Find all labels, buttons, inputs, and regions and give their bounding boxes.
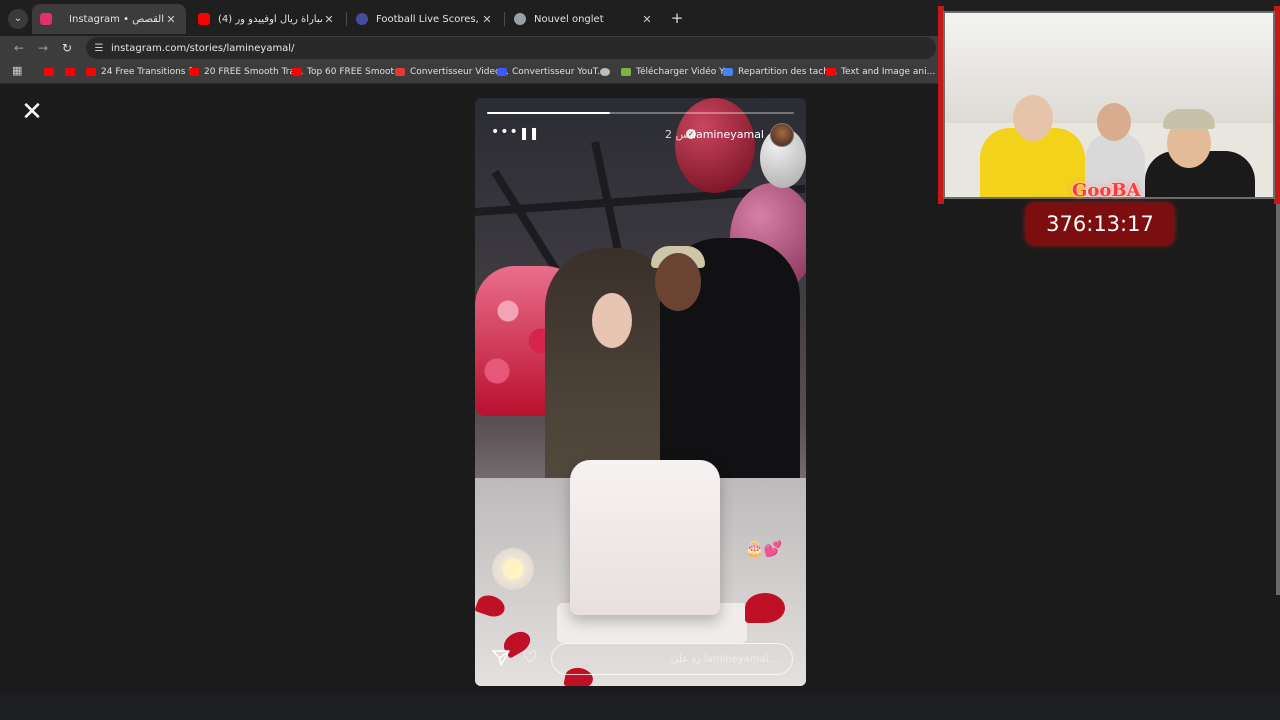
close-story-icon[interactable]: ✕ bbox=[20, 99, 44, 125]
chrome-icon bbox=[514, 13, 526, 25]
youtube-icon bbox=[44, 68, 54, 76]
tab-title: Nouvel onglet bbox=[534, 13, 604, 25]
bookmark-item[interactable]: Text and Image ani... bbox=[826, 65, 935, 79]
stream-timer: 376:13:17 bbox=[1026, 203, 1174, 245]
bookmark-item[interactable]: Top 60 FREE Smoot... bbox=[292, 65, 403, 79]
reply-input[interactable] bbox=[578, 653, 778, 665]
scores-site-icon bbox=[356, 13, 368, 25]
address-bar[interactable]: ☰ instagram.com/stories/lamineyamal/ bbox=[86, 37, 936, 59]
tab-close-icon[interactable]: ✕ bbox=[164, 13, 178, 26]
instagram-icon bbox=[40, 13, 52, 25]
new-tab-button[interactable]: + bbox=[668, 9, 686, 27]
avatar[interactable] bbox=[770, 123, 794, 147]
youtube-icon bbox=[86, 68, 96, 76]
tab-title: Instagram • القصص bbox=[69, 13, 164, 25]
face bbox=[592, 293, 632, 348]
screen: ⌄ Instagram • القصص ✕ (4) ملخص مباراة ري… bbox=[0, 0, 1280, 720]
story-header: ••• ❚❚ 2 س ✓ lamineyamal bbox=[475, 122, 806, 150]
back-arrow-icon[interactable]: ← bbox=[10, 39, 28, 57]
tab-close-icon[interactable]: ✕ bbox=[322, 13, 336, 26]
youtube-icon bbox=[826, 68, 836, 76]
tab-close-icon[interactable]: ✕ bbox=[640, 13, 654, 26]
bookmark-item[interactable]: Télécharger Vidéo Y... bbox=[621, 65, 731, 79]
webcam-overlay bbox=[943, 11, 1275, 199]
bookmark-item[interactable]: 20 FREE Smooth Tra... bbox=[189, 65, 304, 79]
more-options-icon[interactable]: ••• bbox=[491, 123, 518, 143]
reply-field[interactable] bbox=[551, 643, 793, 675]
face bbox=[1097, 103, 1131, 141]
bookmark-item[interactable]: Convertisseur Video... bbox=[395, 65, 509, 79]
tab-instagram[interactable]: Instagram • القصص ✕ bbox=[32, 4, 186, 34]
story-progress-fill bbox=[487, 112, 610, 114]
globe-icon bbox=[600, 68, 610, 76]
docs-icon bbox=[723, 68, 733, 76]
download-icon bbox=[621, 68, 631, 76]
youtube-icon bbox=[292, 68, 302, 76]
bookmark-item[interactable]: 24 Free Transitions f... bbox=[86, 65, 199, 79]
bookmark-item[interactable] bbox=[600, 65, 615, 79]
heart-icon[interactable]: ♡ bbox=[520, 648, 540, 668]
bookmark-item[interactable] bbox=[44, 65, 59, 79]
send-icon[interactable] bbox=[491, 648, 511, 668]
tab-title: Football Live Scores, Latest Foo bbox=[376, 13, 480, 25]
site-settings-icon[interactable]: ☰ bbox=[92, 43, 106, 54]
tab-divider bbox=[346, 12, 347, 26]
tab-youtube[interactable]: (4) ملخص مباراة ريال أوفييدو ور ✕ bbox=[190, 4, 344, 34]
rose-petal bbox=[745, 593, 785, 623]
candle bbox=[492, 548, 534, 590]
pause-icon[interactable]: ❚❚ bbox=[519, 125, 539, 141]
bookmark-item[interactable]: Repartition des tach... bbox=[723, 65, 838, 79]
tab-search-chevron-icon[interactable]: ⌄ bbox=[8, 9, 28, 29]
face bbox=[1013, 95, 1053, 141]
tab-new-tab[interactable]: Nouvel onglet ✕ bbox=[506, 4, 662, 34]
face bbox=[655, 253, 701, 311]
youtube-icon bbox=[189, 68, 199, 76]
birthday-cake bbox=[570, 460, 720, 615]
tab-divider bbox=[504, 12, 505, 26]
converter-icon bbox=[497, 68, 507, 76]
tab-title: (4) ملخص مباراة ريال أوفييدو ور bbox=[218, 13, 322, 25]
cap bbox=[1163, 109, 1215, 129]
bookmark-item[interactable]: Convertisseur YouT... bbox=[497, 65, 606, 79]
youtube-icon bbox=[198, 13, 210, 25]
youtube-icon bbox=[65, 68, 75, 76]
tab-close-icon[interactable]: ✕ bbox=[480, 13, 494, 26]
reload-icon[interactable]: ↻ bbox=[58, 39, 76, 57]
story-card[interactable]: 🎂💕 ••• ❚❚ 2 س ✓ lamineyamal ♡ bbox=[475, 98, 806, 686]
story-username[interactable]: lamineyamal bbox=[693, 128, 764, 141]
bookmark-item[interactable] bbox=[65, 65, 80, 79]
url-text: instagram.com/stories/lamineyamal/ bbox=[111, 42, 295, 54]
story-sticker: 🎂💕 bbox=[745, 540, 783, 558]
converter-icon bbox=[395, 68, 405, 76]
story-progress-bar bbox=[487, 112, 794, 114]
forward-arrow-icon[interactable]: → bbox=[34, 39, 52, 57]
apps-grid-icon[interactable]: ▦ bbox=[12, 65, 24, 77]
tab-football-scores[interactable]: Football Live Scores, Latest Foo ✕ bbox=[348, 4, 502, 34]
streamer-logo: GooBA bbox=[1072, 180, 1141, 201]
